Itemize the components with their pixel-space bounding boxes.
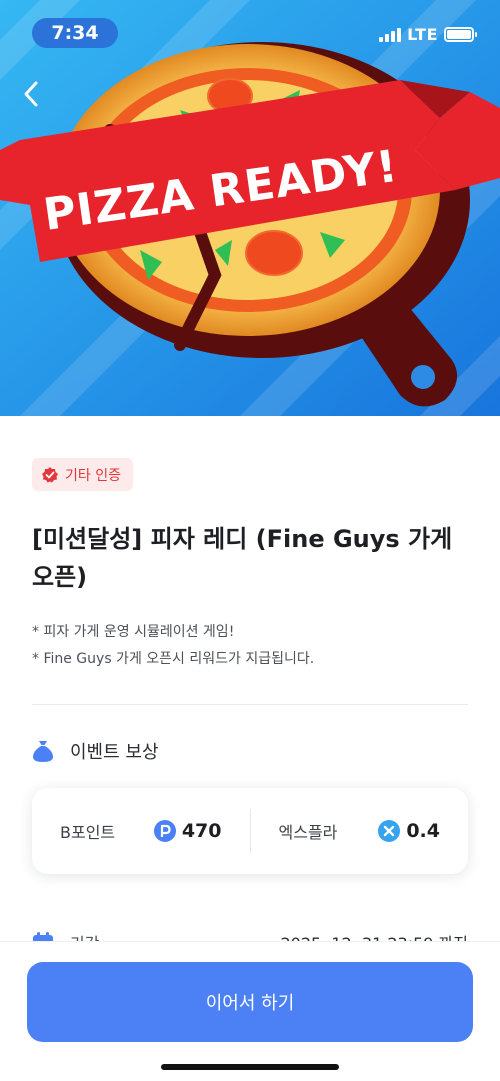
home-indicator (161, 1064, 339, 1070)
battery-icon (444, 27, 477, 42)
pizza-ready-artwork: PIZZA READY! (0, 0, 500, 416)
reward-value: 470 (181, 820, 222, 842)
description-line: * 피자 가게 운영 시뮬레이션 게임! (32, 624, 235, 640)
continue-button[interactable]: 이어서 하기 (27, 962, 473, 1042)
badge-label: 기타 인증 (65, 467, 121, 484)
signal-icon (379, 27, 402, 42)
reward-item-xpla: 엑스플라 0.4 (251, 788, 469, 874)
status-time: 7:34 (32, 18, 118, 48)
money-bag-icon (33, 741, 53, 762)
xpla-coin-icon (378, 820, 401, 842)
reward-label: 엑스플라 (278, 823, 338, 842)
chevron-left-icon (24, 81, 38, 107)
divider (32, 704, 468, 705)
reward-label: B포인트 (60, 823, 116, 842)
reward-card: B포인트 470 엑스플라 0.4 (32, 788, 468, 874)
mission-description: * 피자 가게 운영 시뮬레이션 게임! * Fine Guys 가게 오픈시 … (32, 619, 472, 673)
reward-section-title: 이벤트 보상 (70, 742, 159, 763)
category-badge: 기타 인증 (32, 458, 133, 491)
reward-amount: 470 (153, 820, 222, 842)
reward-section-header: 이벤트 보상 (32, 738, 159, 764)
back-button[interactable] (22, 80, 56, 114)
bottom-action-bar: 이어서 하기 (0, 941, 500, 1081)
reward-value: 0.4 (406, 820, 440, 842)
page-title: [미션달성] 피자 레디 (Fine Guys 가게 오픈) (32, 525, 453, 591)
status-indicators: LTE (379, 25, 477, 44)
description-line: * Fine Guys 가게 오픈시 리워드가 지급됩니다. (32, 651, 315, 667)
verified-check-icon (42, 466, 58, 482)
hero-banner-image: PIZZA READY! 7:34 LTE (0, 0, 500, 416)
reward-item-b-point: B포인트 470 (32, 788, 250, 874)
p-coin-icon (153, 820, 176, 842)
reward-amount: 0.4 (378, 820, 440, 842)
network-label: LTE (407, 25, 438, 44)
